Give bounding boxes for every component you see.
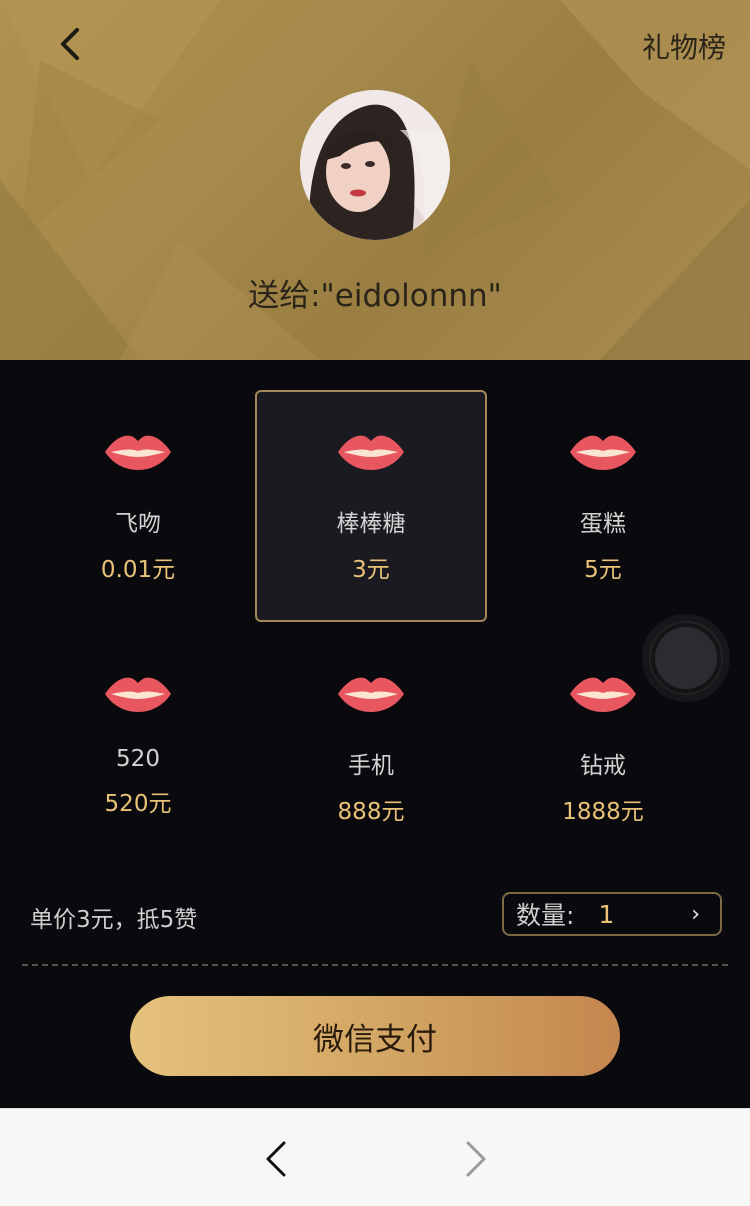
lips-icon — [570, 677, 636, 712]
gift-price: 5元 — [584, 557, 622, 583]
lips-icon — [105, 435, 171, 470]
unit-price-text: 单价3元，抵5赞 — [30, 907, 198, 933]
gift-price: 1888元 — [562, 799, 644, 825]
lips-icon — [338, 677, 404, 712]
chevron-left-icon — [266, 1141, 286, 1177]
quantity-label: 数量: — [516, 901, 575, 930]
recipient-avatar — [300, 90, 450, 240]
gift-price: 3元 — [352, 557, 390, 583]
dashed-divider — [22, 964, 728, 966]
browser-nav-bar — [0, 1108, 750, 1206]
gift-name: 飞吻 — [115, 511, 161, 537]
floating-assistive-button[interactable] — [642, 614, 730, 702]
gift-item-cake[interactable]: 蛋糕 5元 — [487, 390, 719, 622]
chevron-left-icon — [61, 28, 79, 60]
gift-name: 蛋糕 — [580, 511, 626, 537]
gift-item-lollipop[interactable]: 棒棒糖 3元 — [255, 390, 487, 622]
gift-item-flying-kiss[interactable]: 飞吻 0.01元 — [22, 390, 254, 622]
gift-price: 520元 — [104, 791, 172, 817]
gift-price: 888元 — [337, 799, 405, 825]
gift-grid: 飞吻 0.01元 棒棒糖 3元 蛋糕 5元 520 520元 手机 888元 钻… — [0, 360, 750, 860]
profile-header: 礼物榜 送给:"eidolonnn" — [0, 0, 750, 360]
gift-name: 520 — [116, 746, 160, 772]
gift-item-phone[interactable]: 手机 888元 — [255, 632, 487, 864]
quantity-value: 1 — [598, 899, 615, 929]
quantity-selector[interactable]: 数量: 1 › — [502, 892, 722, 936]
browser-forward-button[interactable] — [450, 1131, 500, 1187]
gift-name: 棒棒糖 — [336, 511, 406, 537]
send-to-label: 送给:"eidolonnn" — [248, 278, 502, 314]
wechat-pay-button[interactable]: 微信支付 — [130, 996, 620, 1076]
lips-icon — [570, 435, 636, 470]
back-button[interactable] — [48, 22, 92, 66]
gift-ranking-link[interactable]: 礼物榜 — [642, 26, 726, 66]
lips-icon — [105, 677, 171, 712]
browser-back-button[interactable] — [252, 1131, 302, 1187]
lips-icon — [338, 435, 404, 470]
chevron-right-icon: › — [691, 902, 700, 927]
floating-button-core — [651, 623, 721, 693]
gift-name: 手机 — [348, 753, 394, 779]
gift-name: 钻戒 — [580, 753, 626, 779]
gift-item-520[interactable]: 520 520元 — [22, 632, 254, 864]
gift-price: 0.01元 — [100, 557, 176, 583]
chevron-right-icon — [466, 1141, 486, 1177]
